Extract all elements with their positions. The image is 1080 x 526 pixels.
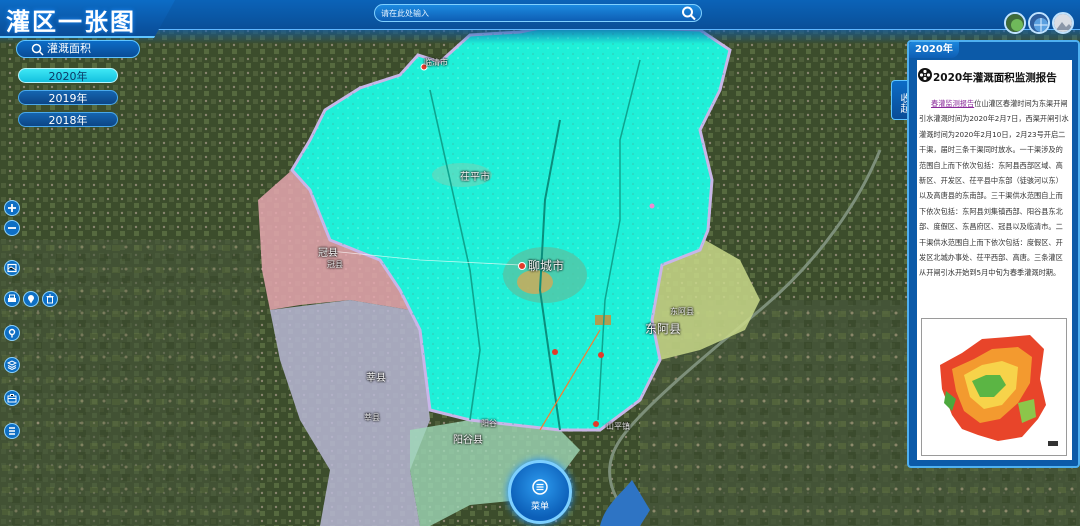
map-label: 临清市 (424, 58, 448, 67)
report-panel: 2020年 2020年灌溉面积监测报告 春灌监测报告位山灌区春灌时间为东渠开闸引… (907, 40, 1080, 468)
map-label: 阳谷县 (453, 435, 483, 446)
report-link[interactable]: 春灌监测报告 (931, 99, 974, 108)
menu-icon (532, 479, 548, 495)
search-icon (31, 43, 44, 56)
print-button[interactable] (4, 291, 20, 307)
map-label: 山平镇 (606, 422, 630, 431)
toolbox-icon (7, 394, 17, 403)
layers-button[interactable] (4, 260, 20, 276)
locate-button[interactable] (23, 291, 39, 307)
search-input[interactable] (381, 6, 671, 20)
stack-button[interactable] (4, 357, 20, 373)
terrain-icon[interactable] (1052, 12, 1074, 34)
map-label: 莘县 (364, 413, 380, 422)
map-label: 茌平市 (460, 172, 490, 183)
print-icon (8, 294, 16, 302)
search-button[interactable] (681, 6, 697, 21)
globe-icon[interactable] (1028, 12, 1050, 34)
map-label: 东阿县 (670, 307, 694, 316)
year-button-2020[interactable]: 2020年 (18, 68, 118, 83)
report-body[interactable]: 2020年灌溉面积监测报告 春灌监测报告位山灌区春灌时间为东渠开闸引水灌溉时间为… (917, 60, 1072, 460)
report-text: 春灌监测报告位山灌区春灌时间为东渠开闸引水灌溉时间为2020年2月7日，西渠开闸… (919, 96, 1069, 281)
year-button-2019[interactable]: 2019年 (18, 90, 118, 105)
report-thumbnail-map[interactable] (921, 318, 1067, 456)
report-paragraph: 位山灌区春灌时间为东渠开闸引水灌溉时间为2020年2月7日，西渠开闸引水灌溉时间… (919, 99, 1069, 278)
search-icon (682, 6, 696, 21)
year-button-2018[interactable]: 2018年 (18, 112, 118, 127)
feature-tab-irrigation-area[interactable]: 灌溉面积 (16, 40, 140, 58)
list-button[interactable] (4, 423, 20, 439)
toolbox-button[interactable] (4, 390, 20, 406)
plus-icon (8, 204, 16, 212)
map-label: 阳谷 (481, 419, 497, 428)
map-label: 莘县 (366, 373, 386, 384)
feature-tab-label: 灌溉面积 (47, 42, 91, 55)
trash-icon (46, 294, 54, 304)
report-title: 2020年灌溉面积监测报告 (933, 72, 1057, 84)
marker-button[interactable] (4, 325, 20, 341)
zoom-out-button[interactable] (4, 220, 20, 236)
report-year-tab[interactable]: 2020年 (909, 42, 959, 58)
zoom-in-button[interactable] (4, 200, 20, 216)
pin-icon (28, 295, 34, 304)
app-title: 灌区一张图 (6, 8, 136, 36)
map-label: 冠县 (327, 260, 343, 269)
minus-icon (8, 227, 16, 229)
list-icon (9, 427, 15, 435)
marker-icon (8, 328, 16, 338)
menu-button[interactable]: 菜单 (508, 460, 572, 524)
stack-icon (7, 360, 17, 370)
search-box (374, 4, 702, 22)
map-label: 聊城市 (528, 259, 565, 273)
delete-button[interactable] (42, 291, 58, 307)
map-icon (7, 263, 17, 273)
header: 灌区一张图 (0, 0, 1080, 44)
map-label: 冠县 (318, 248, 338, 259)
menu-label: 菜单 (530, 502, 549, 512)
map-label: 东阿县 (645, 322, 682, 336)
irrigation-heatmap-thumbnail (940, 335, 1058, 446)
satellite-icon[interactable] (1004, 12, 1026, 34)
